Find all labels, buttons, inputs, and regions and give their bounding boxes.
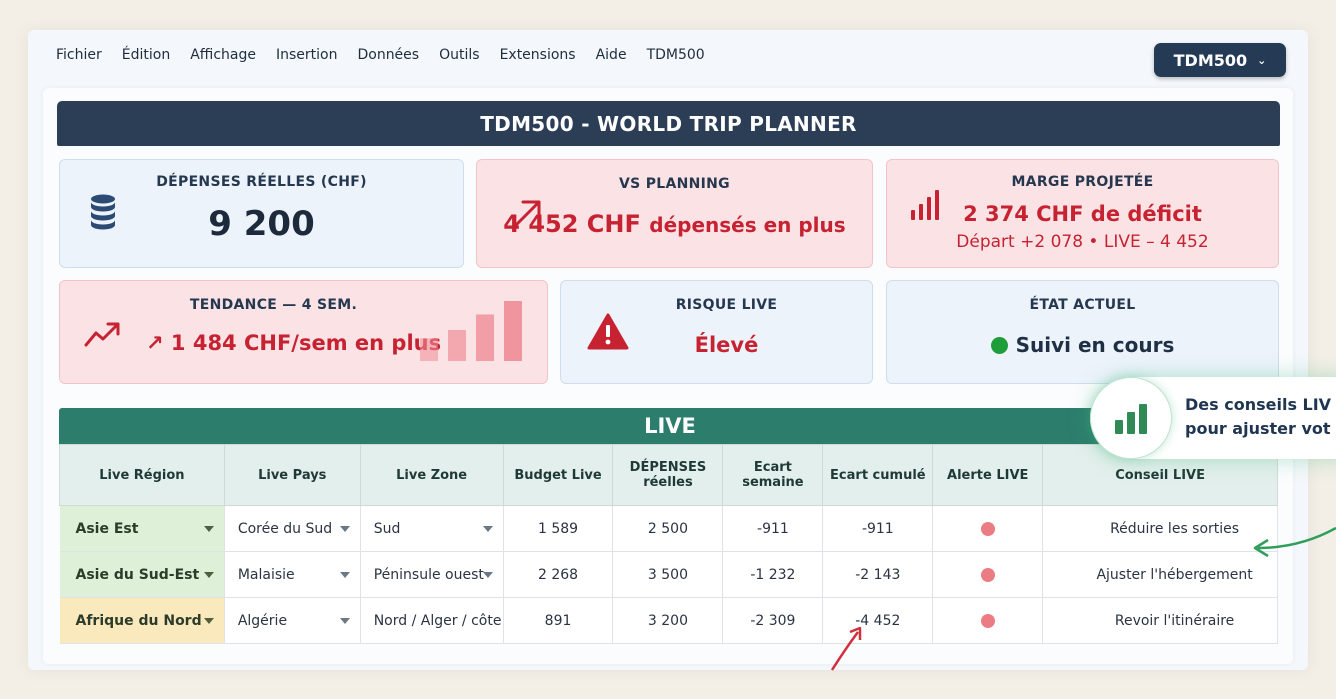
- callout-line-2: pour ajuster vot: [1185, 419, 1331, 438]
- callout-line-1: Des conseils LIV: [1185, 395, 1332, 414]
- callout-icon-circle: [1090, 377, 1172, 459]
- red-annotation-arrow: [830, 631, 860, 671]
- live-advice-callout[interactable]: Des conseils LIV pour ajuster vot: [1090, 377, 1336, 459]
- annotation-arrows: [830, 526, 1336, 671]
- callout-text: Des conseils LIV pour ajuster vot: [1185, 393, 1331, 441]
- bar-chart-icon: [1115, 404, 1147, 434]
- green-annotation-arrow: [1257, 526, 1336, 550]
